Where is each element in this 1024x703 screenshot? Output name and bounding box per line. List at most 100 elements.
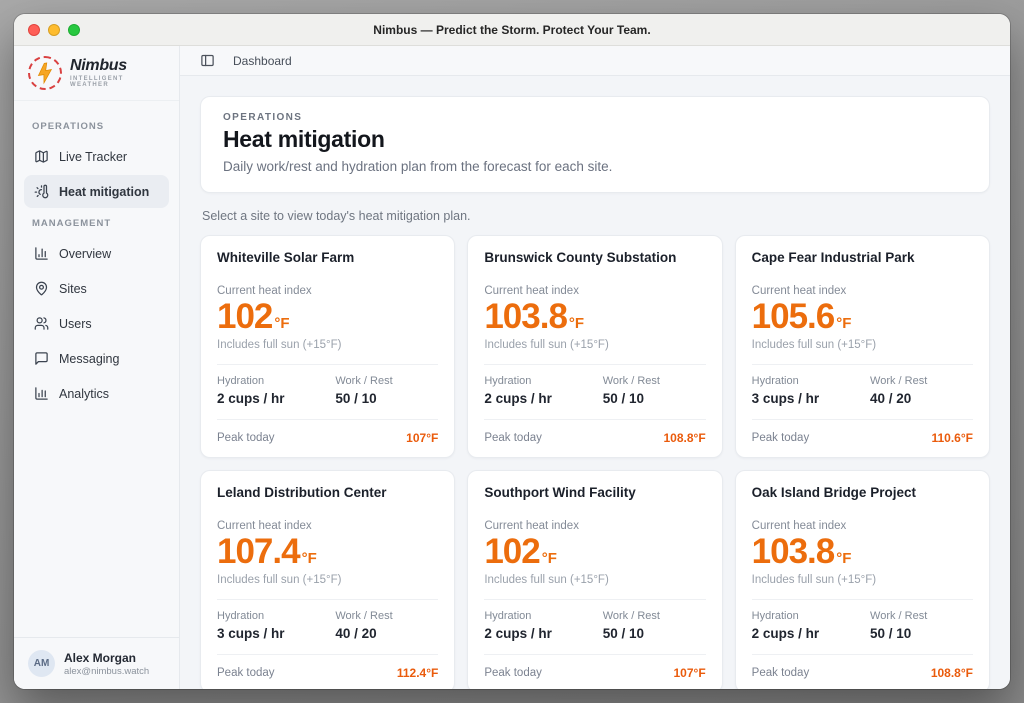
heat-index-unit: °F: [836, 315, 851, 332]
zoom-window-button[interactable]: [68, 24, 80, 36]
sidebar-nav: Operations Live Tracker Heat mitigation Man…: [14, 101, 179, 637]
heat-index-value: 103.8°F: [484, 299, 705, 336]
work-rest-stat: Work / Rest50 / 10: [603, 610, 706, 641]
nav-section-label-operations: Operations: [32, 121, 161, 132]
heat-index-number: 107.4: [217, 534, 300, 571]
card-stats-row: Hydration2 cups / hrWork / Rest50 / 10: [484, 599, 705, 641]
heat-index-label: Current heat index: [484, 520, 705, 532]
brand-logo[interactable]: Nimbus INTELLIGENT WEATHER: [14, 46, 179, 101]
heat-index-number: 103.8: [484, 299, 567, 336]
hydration-value: 3 cups / hr: [217, 626, 335, 641]
hydration-label: Hydration: [484, 375, 602, 387]
heat-index-number: 102: [484, 534, 539, 571]
heat-index-value: 105.6°F: [752, 299, 973, 336]
work-rest-stat: Work / Rest40 / 20: [870, 375, 973, 406]
heat-index-label: Current heat index: [752, 520, 973, 532]
card-stats-row: Hydration 2 cups / hrWork / Rest50 / 10: [484, 364, 705, 406]
card-footer: Peak today 107°F: [484, 654, 705, 680]
sidebar-item-label: Users: [59, 317, 92, 331]
sidebar-item-label: Sites: [59, 282, 87, 296]
hydration-label: Hydration: [217, 610, 335, 622]
site-card-cape-fear-industrial-park[interactable]: Cape Fear Industrial ParkCurrent heat in…: [735, 235, 990, 458]
sidebar-item-label: Analytics: [59, 387, 109, 401]
peak-today-label: Peak today: [752, 667, 810, 679]
hydration-stat: Hydration 3 cups / hr: [217, 610, 335, 641]
heat-index-unit: °F: [836, 550, 851, 567]
sidebar-item-label: Overview: [59, 247, 111, 261]
card-footer: Peak today108.8°F: [484, 419, 705, 445]
hydration-stat: Hydration 3 cups / hr: [752, 375, 870, 406]
hydration-value: 3 cups / hr: [752, 391, 870, 406]
hydration-label: Hydration: [752, 375, 870, 387]
site-card-title: Whiteville Solar Farm: [217, 250, 438, 265]
sidebar-item-users[interactable]: Users: [24, 307, 169, 340]
heat-index-value: 103.8°F: [752, 534, 973, 571]
heat-index-note: Includes full sun (+15°F): [752, 339, 973, 351]
site-card-whiteville-solar-farm[interactable]: Whiteville Solar FarmCurrent heat index1…: [200, 235, 455, 458]
hydration-label: Hydration: [752, 610, 870, 622]
card-stats-row: Hydration2 cups / hrWork / Rest 50 / 10: [752, 599, 973, 641]
hydration-value: 2 cups / hr: [484, 391, 602, 406]
heat-index-label: Current heat index: [752, 285, 973, 297]
work-rest-label: Work / Rest: [870, 610, 973, 622]
sidebar-item-label: Messaging: [59, 352, 119, 366]
sidebar-toggle-icon[interactable]: [200, 53, 215, 68]
site-card-grid: Whiteville Solar Farm Current heat index 1…: [200, 235, 990, 689]
helper-text: Select a site to view today's heat mitig…: [202, 209, 988, 223]
heat-index-note: Includes full sun (+15°F): [217, 574, 438, 586]
top-bar: Dashboard: [180, 46, 1010, 76]
sidebar-item-overview[interactable]: Overview: [24, 237, 169, 270]
sidebar-item-heat-mitigation[interactable]: Heat mitigation: [24, 175, 169, 208]
heat-index-number: 102: [217, 299, 272, 336]
peak-today-label: Peak today: [484, 667, 542, 679]
site-card-title: Leland Distribution Center: [217, 485, 438, 500]
site-card-southport-wind-facility[interactable]: Southport Wind Facility Current heat inde…: [467, 470, 722, 689]
work-rest-value: 50 / 10: [335, 391, 438, 406]
title-bar: Nimbus — Predict the Storm. Protect Your…: [14, 14, 1010, 46]
sidebar-item-messaging[interactable]: Messaging: [24, 342, 169, 375]
work-rest-stat: Work / Rest 50 / 10: [335, 375, 438, 406]
hydration-stat: Hydration2 cups / hr: [217, 375, 335, 406]
heat-index-unit: °F: [274, 315, 289, 332]
work-rest-stat: Work / Rest40 / 20: [335, 610, 438, 641]
sidebar-item-label: Live Tracker: [59, 150, 127, 164]
heat-index-value: 102°F: [217, 299, 438, 336]
content-scroll-area[interactable]: Operations Heat mitigation Daily work/re…: [180, 76, 1010, 689]
hydration-stat: Hydration2 cups / hr: [484, 610, 602, 641]
minimize-window-button[interactable]: [48, 24, 60, 36]
site-card-brunswick-county-substation[interactable]: Brunswick County SubstationCurrent heat …: [467, 235, 722, 458]
work-rest-value: 50 / 10: [870, 626, 973, 641]
site-card-leland-distribution-center[interactable]: Leland Distribution CenterCurrent heat i…: [200, 470, 455, 689]
sidebar-item-live-tracker[interactable]: Live Tracker: [24, 140, 169, 173]
heat-index-unit: °F: [542, 550, 557, 567]
peak-today-value: 112.4°F: [397, 666, 439, 680]
thermometer-sun-icon: [34, 184, 49, 199]
nav-section-label-management: Management: [32, 218, 161, 229]
user-name: Alex Morgan: [64, 651, 149, 666]
brand-name: Nimbus: [70, 58, 165, 74]
site-card-title: Southport Wind Facility: [484, 485, 705, 500]
peak-today-label: Peak today: [217, 667, 275, 679]
brand-tagline: INTELLIGENT WEATHER: [70, 76, 165, 88]
sidebar-item-analytics[interactable]: Analytics: [24, 377, 169, 410]
work-rest-label: Work / Rest: [335, 610, 438, 622]
peak-today-value: 110.6°F: [931, 431, 973, 445]
heat-index-label: Current heat index: [484, 285, 705, 297]
window-controls: [28, 24, 80, 36]
work-rest-stat: Work / Rest50 / 10: [603, 375, 706, 406]
work-rest-label: Work / Rest: [335, 375, 438, 387]
map-pin-icon: [34, 281, 49, 296]
hydration-stat: Hydration2 cups / hr: [752, 610, 870, 641]
user-profile[interactable]: AM Alex Morgan alex@nimbus.watch: [14, 637, 179, 689]
site-card-oak-island-bridge-project[interactable]: Oak Island Bridge Project Current heat in…: [735, 470, 990, 689]
heat-index-unit: °F: [569, 315, 584, 332]
close-window-button[interactable]: [28, 24, 40, 36]
bar-chart-icon: [34, 386, 49, 401]
window-title: Nimbus — Predict the Storm. Protect Your…: [14, 23, 1010, 37]
sidebar-item-sites[interactable]: Sites: [24, 272, 169, 305]
heat-index-note: Includes full sun (+15°F): [217, 339, 438, 351]
heat-index-number: 103.8: [752, 534, 835, 571]
site-card-title: Oak Island Bridge Project: [752, 485, 973, 500]
heat-index-note: Includes full sun (+15°F): [752, 574, 973, 586]
peak-today-value: 107°F: [674, 666, 706, 680]
